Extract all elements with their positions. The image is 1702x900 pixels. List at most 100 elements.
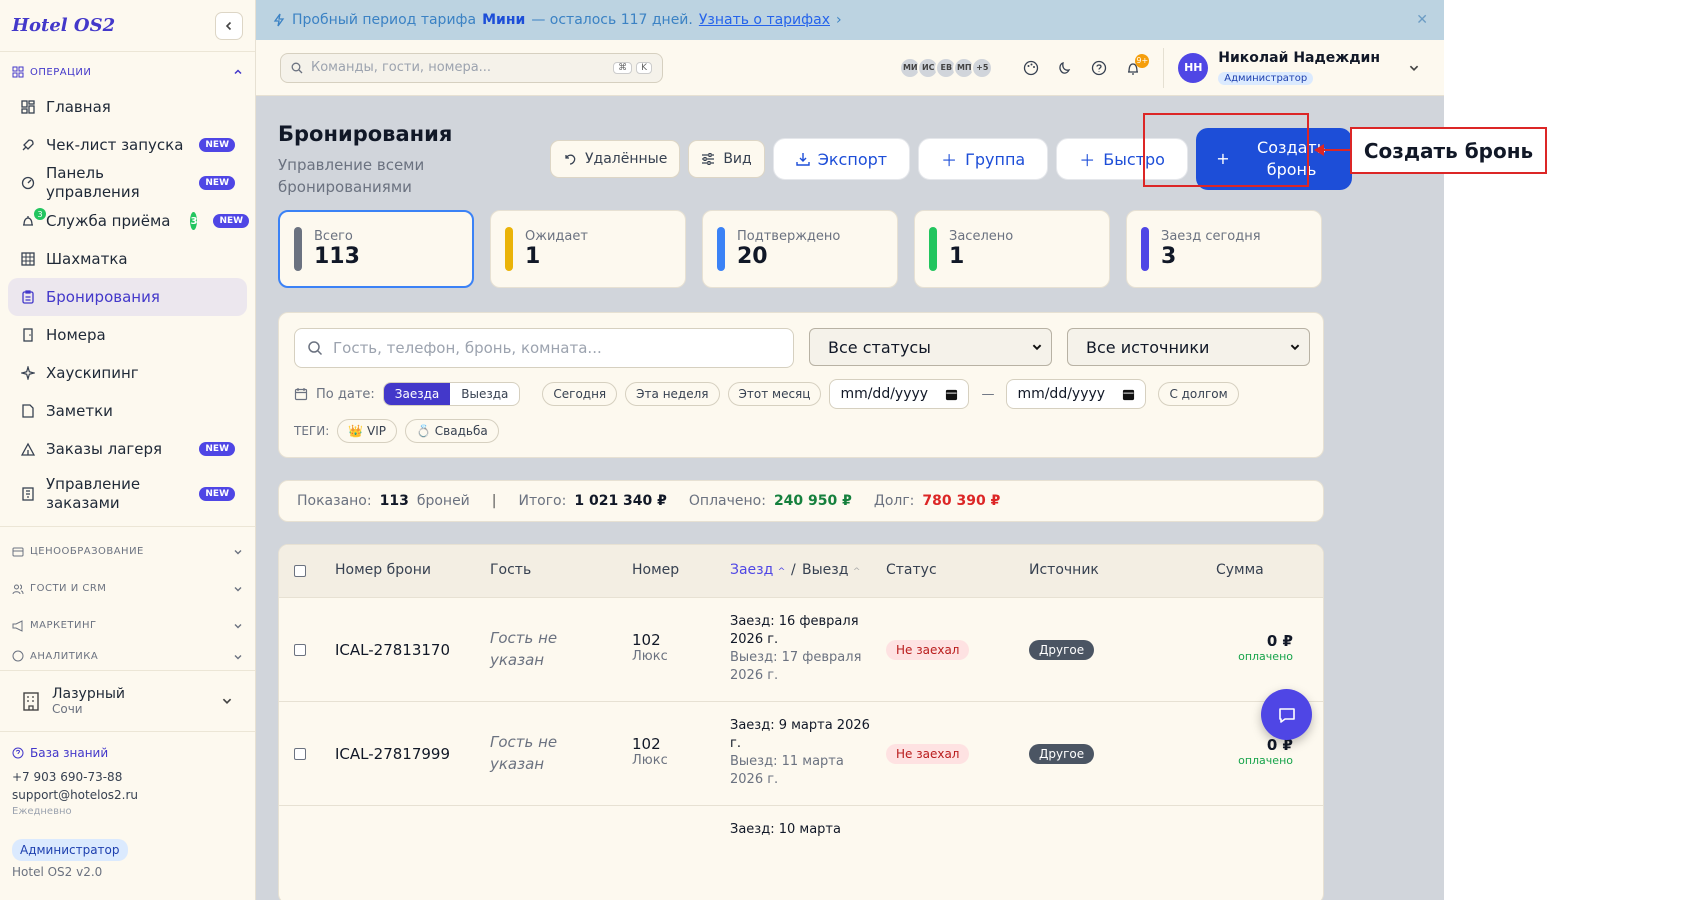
- table-row[interactable]: ICAL-27817999 Гость не указан 102 Люкс З…: [279, 702, 1323, 806]
- table-row[interactable]: Заезд: 10 марта: [279, 806, 1323, 900]
- user-menu[interactable]: НН Николай Надеждин Администратор: [1163, 47, 1420, 88]
- booking-number[interactable]: ICAL-27813170: [335, 641, 450, 659]
- row-checkbox[interactable]: [294, 748, 306, 760]
- stat-label: Заезд сегодня: [1161, 229, 1261, 244]
- booking-number[interactable]: ICAL-27817999: [335, 745, 450, 763]
- tag-vip[interactable]: 👑 VIP: [337, 419, 398, 443]
- stay-dates: Заезд: 16 февраля 2026 г. Выезд: 17 февр…: [730, 613, 870, 685]
- stat-card-pending[interactable]: Ожидает 1: [490, 210, 686, 288]
- app-version: Hotel OS2 v2.0: [12, 865, 103, 879]
- toggle-checkout[interactable]: Выезда: [450, 383, 519, 405]
- knowledge-base-link[interactable]: База знаний: [12, 744, 243, 762]
- col-room[interactable]: Номер: [632, 562, 679, 578]
- col-sum[interactable]: Сумма: [1216, 562, 1264, 578]
- chat-button[interactable]: [1261, 689, 1312, 740]
- stat-value: 3: [1161, 244, 1177, 269]
- sidebar-item-housekeeping[interactable]: Хаускипинг: [8, 354, 247, 392]
- hotel-switcher[interactable]: Лазурный Сочи: [0, 670, 255, 732]
- support-phone[interactable]: +7 903 690-73-88: [12, 768, 243, 786]
- date-to-input[interactable]: mm/dd/yyyy: [1006, 379, 1147, 409]
- payment-status: оплачено: [1238, 754, 1293, 767]
- note-icon: [20, 403, 36, 419]
- hotel-name: Лазурный: [52, 686, 126, 702]
- section-operations[interactable]: ОПЕРАЦИИ: [0, 56, 255, 88]
- stat-card-arriving-today[interactable]: Заезд сегодня 3: [1126, 210, 1322, 288]
- col-checkin-sort[interactable]: Заезд ^: [730, 562, 785, 578]
- source-select[interactable]: Все источники: [1067, 328, 1310, 366]
- sidebar-item-bookings[interactable]: Бронирования: [8, 278, 247, 316]
- status-badge: Не заехал: [886, 744, 970, 764]
- chip-with-debt[interactable]: С долгом: [1158, 382, 1239, 406]
- col-status[interactable]: Статус: [886, 562, 937, 578]
- date-from-placeholder: mm/dd/yyyy: [840, 386, 929, 402]
- group-button[interactable]: ＋ Группа: [918, 138, 1049, 180]
- stat-color-bar: [294, 227, 302, 271]
- col-checkout-sort[interactable]: Выезд ^: [802, 562, 860, 578]
- sidebar-item-control-panel[interactable]: Панель управления NEW: [8, 164, 247, 202]
- status-select[interactable]: Все статусы: [809, 328, 1052, 366]
- tags-row: ТЕГИ: 👑 VIP 💍 Свадьба: [294, 419, 499, 443]
- sidebar-item-launch-checklist[interactable]: Чек-лист запуска NEW: [8, 126, 247, 164]
- stat-card-total[interactable]: Всего 113: [278, 210, 474, 288]
- date-from-input[interactable]: mm/dd/yyyy: [829, 379, 970, 409]
- highlight-box: [1143, 113, 1309, 187]
- calendar-icon: [946, 389, 958, 400]
- section-analytics[interactable]: АНАЛИТИКА: [0, 644, 255, 662]
- app-logo[interactable]: Hotel OS2: [12, 15, 115, 36]
- row-checkbox[interactable]: [294, 644, 306, 656]
- sidebar-item-chessboard[interactable]: Шахматка: [8, 240, 247, 278]
- sidebar-item-label: Заметки: [46, 401, 113, 420]
- export-button[interactable]: Экспорт: [772, 138, 911, 180]
- stat-value: 1: [525, 244, 541, 269]
- deleted-button[interactable]: Удалённые: [550, 140, 681, 178]
- notifications-button[interactable]: 9+: [1119, 53, 1150, 82]
- col-booking-number[interactable]: Номер брони: [335, 562, 431, 578]
- debt-label: Долг:: [873, 493, 915, 509]
- tariffs-link[interactable]: Узнать о тарифах: [699, 12, 830, 28]
- sidebar-item-rooms[interactable]: Номера: [8, 316, 247, 354]
- section-pricing[interactable]: ЦЕНООБРАЗОВАНИЕ: [0, 533, 255, 570]
- section-guests-crm[interactable]: ГОСТИ И CRM: [0, 570, 255, 607]
- help-icon[interactable]: [1085, 54, 1113, 82]
- annotation-callout: Создать бронь: [1350, 127, 1547, 174]
- palette-icon[interactable]: [1017, 54, 1045, 82]
- sidebar-collapse-button[interactable]: [215, 11, 243, 40]
- view-button[interactable]: Вид: [688, 140, 765, 178]
- stat-color-bar: [505, 227, 513, 271]
- toggle-checkin[interactable]: Заезда: [383, 383, 451, 405]
- col-guest[interactable]: Гость: [490, 562, 531, 578]
- table-row[interactable]: ICAL-27813170 Гость не указан 102 Люкс З…: [279, 598, 1323, 702]
- stat-card-confirmed[interactable]: Подтверждено 20: [702, 210, 898, 288]
- support-email[interactable]: support@hotelos2.ru: [12, 786, 243, 804]
- chip-this-month[interactable]: Этот месяц: [727, 382, 822, 406]
- trial-plan: Мини: [482, 12, 526, 28]
- grid-icon: [20, 251, 36, 267]
- command-search[interactable]: Команды, гости, номера... ⌘ K: [280, 52, 663, 83]
- arrow-left-icon: [1314, 144, 1350, 156]
- sidebar-item-home[interactable]: Главная: [8, 88, 247, 126]
- stat-color-bar: [1141, 227, 1149, 271]
- chip-today[interactable]: Сегодня: [542, 382, 618, 406]
- chip-this-week[interactable]: Эта неделя: [625, 382, 720, 406]
- stat-card-checked-in[interactable]: Заселено 1: [914, 210, 1110, 288]
- close-icon[interactable]: ✕: [1416, 12, 1428, 28]
- section-marketing[interactable]: МАРКЕТИНГ: [0, 607, 255, 644]
- chevron-down-icon: [234, 655, 242, 660]
- sidebar-item-camp-orders[interactable]: Заказы лагеря NEW: [8, 430, 247, 468]
- new-badge: NEW: [199, 487, 235, 501]
- sidebar-item-order-management[interactable]: Управление заказами NEW: [8, 468, 247, 520]
- plus-icon: ＋: [941, 151, 958, 170]
- booking-search-input[interactable]: Гость, телефон, бронь, комната...: [294, 328, 794, 368]
- reception-count-dot: 3: [34, 208, 46, 220]
- moon-icon[interactable]: [1051, 54, 1079, 82]
- sidebar-item-reception[interactable]: 3 Служба приёма 3 NEW: [8, 202, 250, 240]
- sidebar-item-notes[interactable]: Заметки: [8, 392, 247, 430]
- tag-wedding[interactable]: 💍 Свадьба: [405, 419, 499, 443]
- online-users[interactable]: МИ ИС ЕВ МП +5: [899, 56, 994, 79]
- chat-icon: [1278, 707, 1295, 723]
- source-badge: Другое: [1029, 640, 1095, 660]
- paid-label: Оплачено:: [688, 493, 766, 509]
- select-all-checkbox[interactable]: [294, 565, 306, 577]
- col-source[interactable]: Источник: [1029, 562, 1099, 578]
- booking-search-placeholder: Гость, телефон, бронь, комната...: [333, 339, 602, 357]
